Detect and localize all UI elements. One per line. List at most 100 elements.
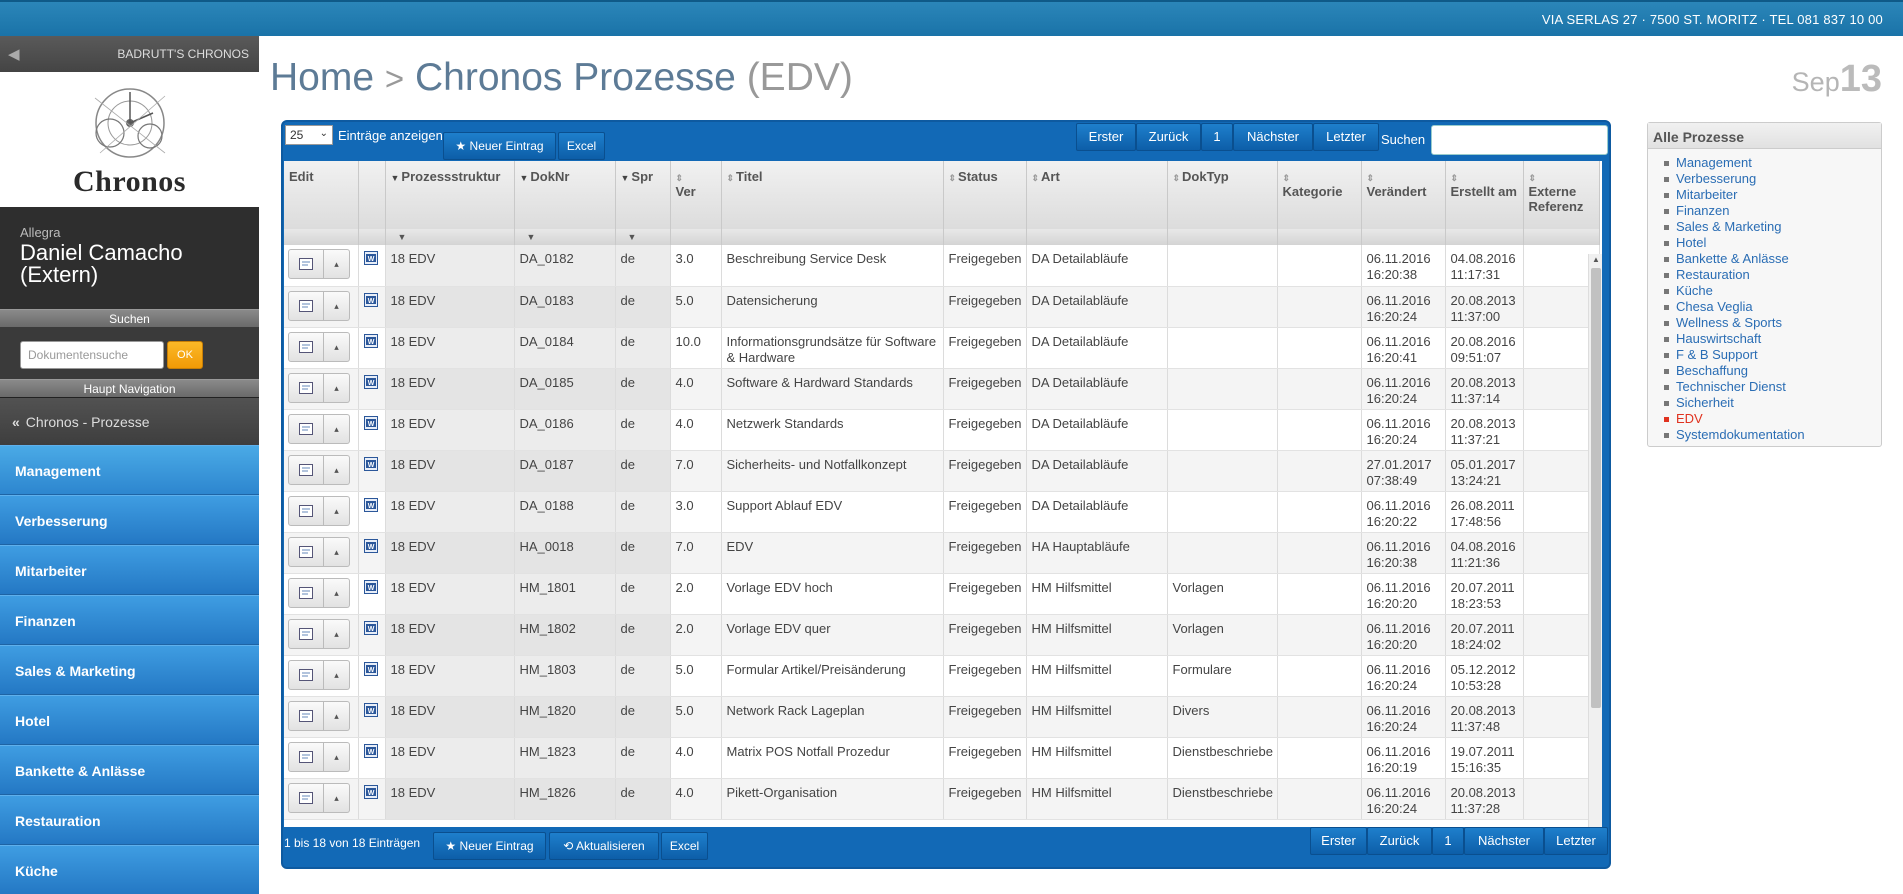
- edit-row-button[interactable]: [288, 659, 324, 690]
- table-row[interactable]: ▴ W 18 EDV DA_0185 de 4.0 Software & Hardward …: [284, 368, 1600, 410]
- process-link[interactable]: Küche: [1664, 283, 1881, 299]
- process-link[interactable]: Sales & Marketing: [1664, 219, 1881, 235]
- row-menu-button[interactable]: ▴: [324, 331, 350, 362]
- sidebar-nav-item[interactable]: Hotel: [0, 695, 259, 745]
- row-menu-button[interactable]: ▴: [324, 659, 350, 690]
- process-link[interactable]: EDV: [1664, 411, 1881, 427]
- last-page-button[interactable]: Letzter: [1313, 123, 1379, 151]
- word-document-icon[interactable]: W: [363, 251, 378, 265]
- sidebar-nav-item[interactable]: Mitarbeiter: [0, 545, 259, 595]
- logo[interactable]: Chronos: [0, 72, 259, 207]
- sidebar-nav-item[interactable]: Finanzen: [0, 595, 259, 645]
- row-menu-button[interactable]: ▴: [324, 495, 350, 526]
- sidebar-nav-item[interactable]: Management: [0, 445, 259, 495]
- word-document-icon[interactable]: W: [363, 292, 378, 307]
- edit-row-button[interactable]: [288, 249, 324, 279]
- col-header-doktyp[interactable]: ⇕ DokTyp: [1167, 161, 1278, 229]
- table-row[interactable]: ▴ W 18 EDV HM_1820 de 5.0 Network Rack Lagepla…: [284, 696, 1600, 738]
- col-header-status[interactable]: ⇕ Status: [943, 161, 1027, 229]
- process-link[interactable]: F & B Support: [1664, 347, 1881, 363]
- filter-spr[interactable]: ▼: [615, 229, 671, 245]
- refresh-button[interactable]: ⟲ Aktualisieren: [549, 832, 659, 860]
- table-row[interactable]: ▴ W 18 EDV HM_1826 de 4.0 Pikett-Organisation F…: [284, 778, 1600, 820]
- word-document-icon[interactable]: W: [363, 661, 378, 676]
- col-header-veraendert[interactable]: ⇕ Verändert: [1361, 161, 1446, 229]
- first-page-button[interactable]: Erster: [1076, 123, 1136, 151]
- process-link[interactable]: Bankette & Anlässe: [1664, 251, 1881, 267]
- word-document-icon[interactable]: W: [363, 456, 378, 471]
- row-menu-button[interactable]: ▴: [324, 577, 350, 608]
- table-row[interactable]: ▴ W 18 EDV DA_0184 de 10.0 Informationsgrundsä…: [284, 327, 1600, 369]
- next-page-button[interactable]: Nächster: [1233, 123, 1313, 151]
- edit-row-button[interactable]: [288, 741, 324, 772]
- process-link[interactable]: Hauswirtschaft: [1664, 331, 1881, 347]
- process-link[interactable]: Restauration: [1664, 267, 1881, 283]
- col-header-kategorie[interactable]: ⇕ Kategorie: [1277, 161, 1362, 229]
- edit-row-button[interactable]: [288, 700, 324, 731]
- table-scrollbar[interactable]: ▲ ▼: [1588, 254, 1602, 827]
- process-link[interactable]: Wellness & Sports: [1664, 315, 1881, 331]
- process-link[interactable]: Hotel: [1664, 235, 1881, 251]
- table-row[interactable]: ▴ W 18 EDV DA_0182 de 3.0 Beschreibung Service…: [284, 245, 1600, 287]
- edit-row-button[interactable]: [288, 413, 324, 444]
- new-entry-button[interactable]: ★ Neuer Eintrag: [443, 132, 556, 160]
- col-header-ver[interactable]: ⇕ Ver: [670, 161, 722, 229]
- table-row[interactable]: ▴ W 18 EDV HM_1823 de 4.0 Matrix POS Notfall P…: [284, 737, 1600, 779]
- row-menu-button[interactable]: ▴: [324, 782, 350, 813]
- excel-button[interactable]: Excel: [558, 132, 605, 160]
- table-row[interactable]: ▴ W 18 EDV DA_0188 de 3.0 Support Ablauf EDV Fr…: [284, 491, 1600, 533]
- edit-row-button[interactable]: [288, 618, 324, 649]
- page-size-select[interactable]: 25 ⌄: [285, 125, 333, 145]
- row-menu-button[interactable]: ▴: [324, 700, 350, 731]
- process-link[interactable]: Technischer Dienst: [1664, 379, 1881, 395]
- edit-row-button[interactable]: [288, 536, 324, 567]
- word-document-icon[interactable]: W: [363, 415, 378, 430]
- row-menu-button[interactable]: ▴: [324, 372, 350, 403]
- word-document-icon[interactable]: W: [363, 620, 378, 635]
- row-menu-button[interactable]: ▴: [324, 249, 350, 279]
- row-menu-button[interactable]: ▴: [324, 413, 350, 444]
- col-header-art[interactable]: ⇕ Art: [1026, 161, 1168, 229]
- edit-row-button[interactable]: [288, 782, 324, 813]
- col-header-externe-referenz[interactable]: ⇕ Externe Referenz: [1523, 161, 1600, 229]
- table-search-input[interactable]: [1431, 125, 1608, 155]
- edit-row-button[interactable]: [288, 331, 324, 362]
- collapse-sidebar-icon[interactable]: ◀: [8, 45, 20, 63]
- process-link[interactable]: Systemdokumentation: [1664, 427, 1881, 443]
- next-page-button-bottom[interactable]: Nächster: [1464, 827, 1544, 855]
- col-header-erstellt[interactable]: ⇕ Erstellt am: [1445, 161, 1524, 229]
- col-header-doknr[interactable]: ▼ DokNr: [514, 161, 616, 229]
- table-row[interactable]: ▴ W 18 EDV HM_1802 de 2.0 Vorlage EDV quer Frei…: [284, 614, 1600, 656]
- sidebar-nav-item[interactable]: Verbesserung: [0, 495, 259, 545]
- word-document-icon[interactable]: W: [363, 702, 378, 717]
- page-number-button-bottom[interactable]: 1: [1432, 827, 1464, 855]
- excel-button-bottom[interactable]: Excel: [661, 832, 708, 860]
- page-number-button[interactable]: 1: [1201, 123, 1233, 151]
- first-page-button-bottom[interactable]: Erster: [1310, 827, 1367, 855]
- table-row[interactable]: ▴ W 18 EDV HM_1801 de 2.0 Vorlage EDV hoch Frei…: [284, 573, 1600, 615]
- filter-prozessstruktur[interactable]: ▼: [385, 229, 515, 245]
- word-document-icon[interactable]: W: [363, 784, 378, 799]
- edit-row-button[interactable]: [288, 372, 324, 403]
- word-document-icon[interactable]: W: [363, 333, 378, 348]
- process-link[interactable]: Sicherheit: [1664, 395, 1881, 411]
- table-row[interactable]: ▴ W 18 EDV DA_0183 de 5.0 Datensicherung Freige…: [284, 286, 1600, 328]
- process-link[interactable]: Management: [1664, 155, 1881, 171]
- row-menu-button[interactable]: ▴: [324, 741, 350, 772]
- edit-row-button[interactable]: [288, 495, 324, 526]
- sidebar-nav-item[interactable]: Küche: [0, 845, 259, 894]
- table-row[interactable]: ▴ W 18 EDV DA_0187 de 7.0 Sicherheits- und Not…: [284, 450, 1600, 492]
- word-document-icon[interactable]: W: [363, 538, 378, 553]
- col-header-prozessstruktur[interactable]: ▼ Prozessstruktur: [385, 161, 515, 229]
- back-to-processes-link[interactable]: « Chronos - Prozesse: [0, 397, 259, 445]
- col-header-titel[interactable]: ⇕ Titel: [721, 161, 944, 229]
- process-link[interactable]: Chesa Veglia: [1664, 299, 1881, 315]
- edit-row-button[interactable]: [288, 290, 324, 321]
- last-page-button-bottom[interactable]: Letzter: [1544, 827, 1608, 855]
- process-link[interactable]: Mitarbeiter: [1664, 187, 1881, 203]
- sidebar-nav-item[interactable]: Sales & Marketing: [0, 645, 259, 695]
- sidebar-nav-item[interactable]: Restauration: [0, 795, 259, 845]
- process-link[interactable]: Beschaffung: [1664, 363, 1881, 379]
- edit-row-button[interactable]: [288, 454, 324, 485]
- scrollbar-thumb[interactable]: [1591, 268, 1601, 708]
